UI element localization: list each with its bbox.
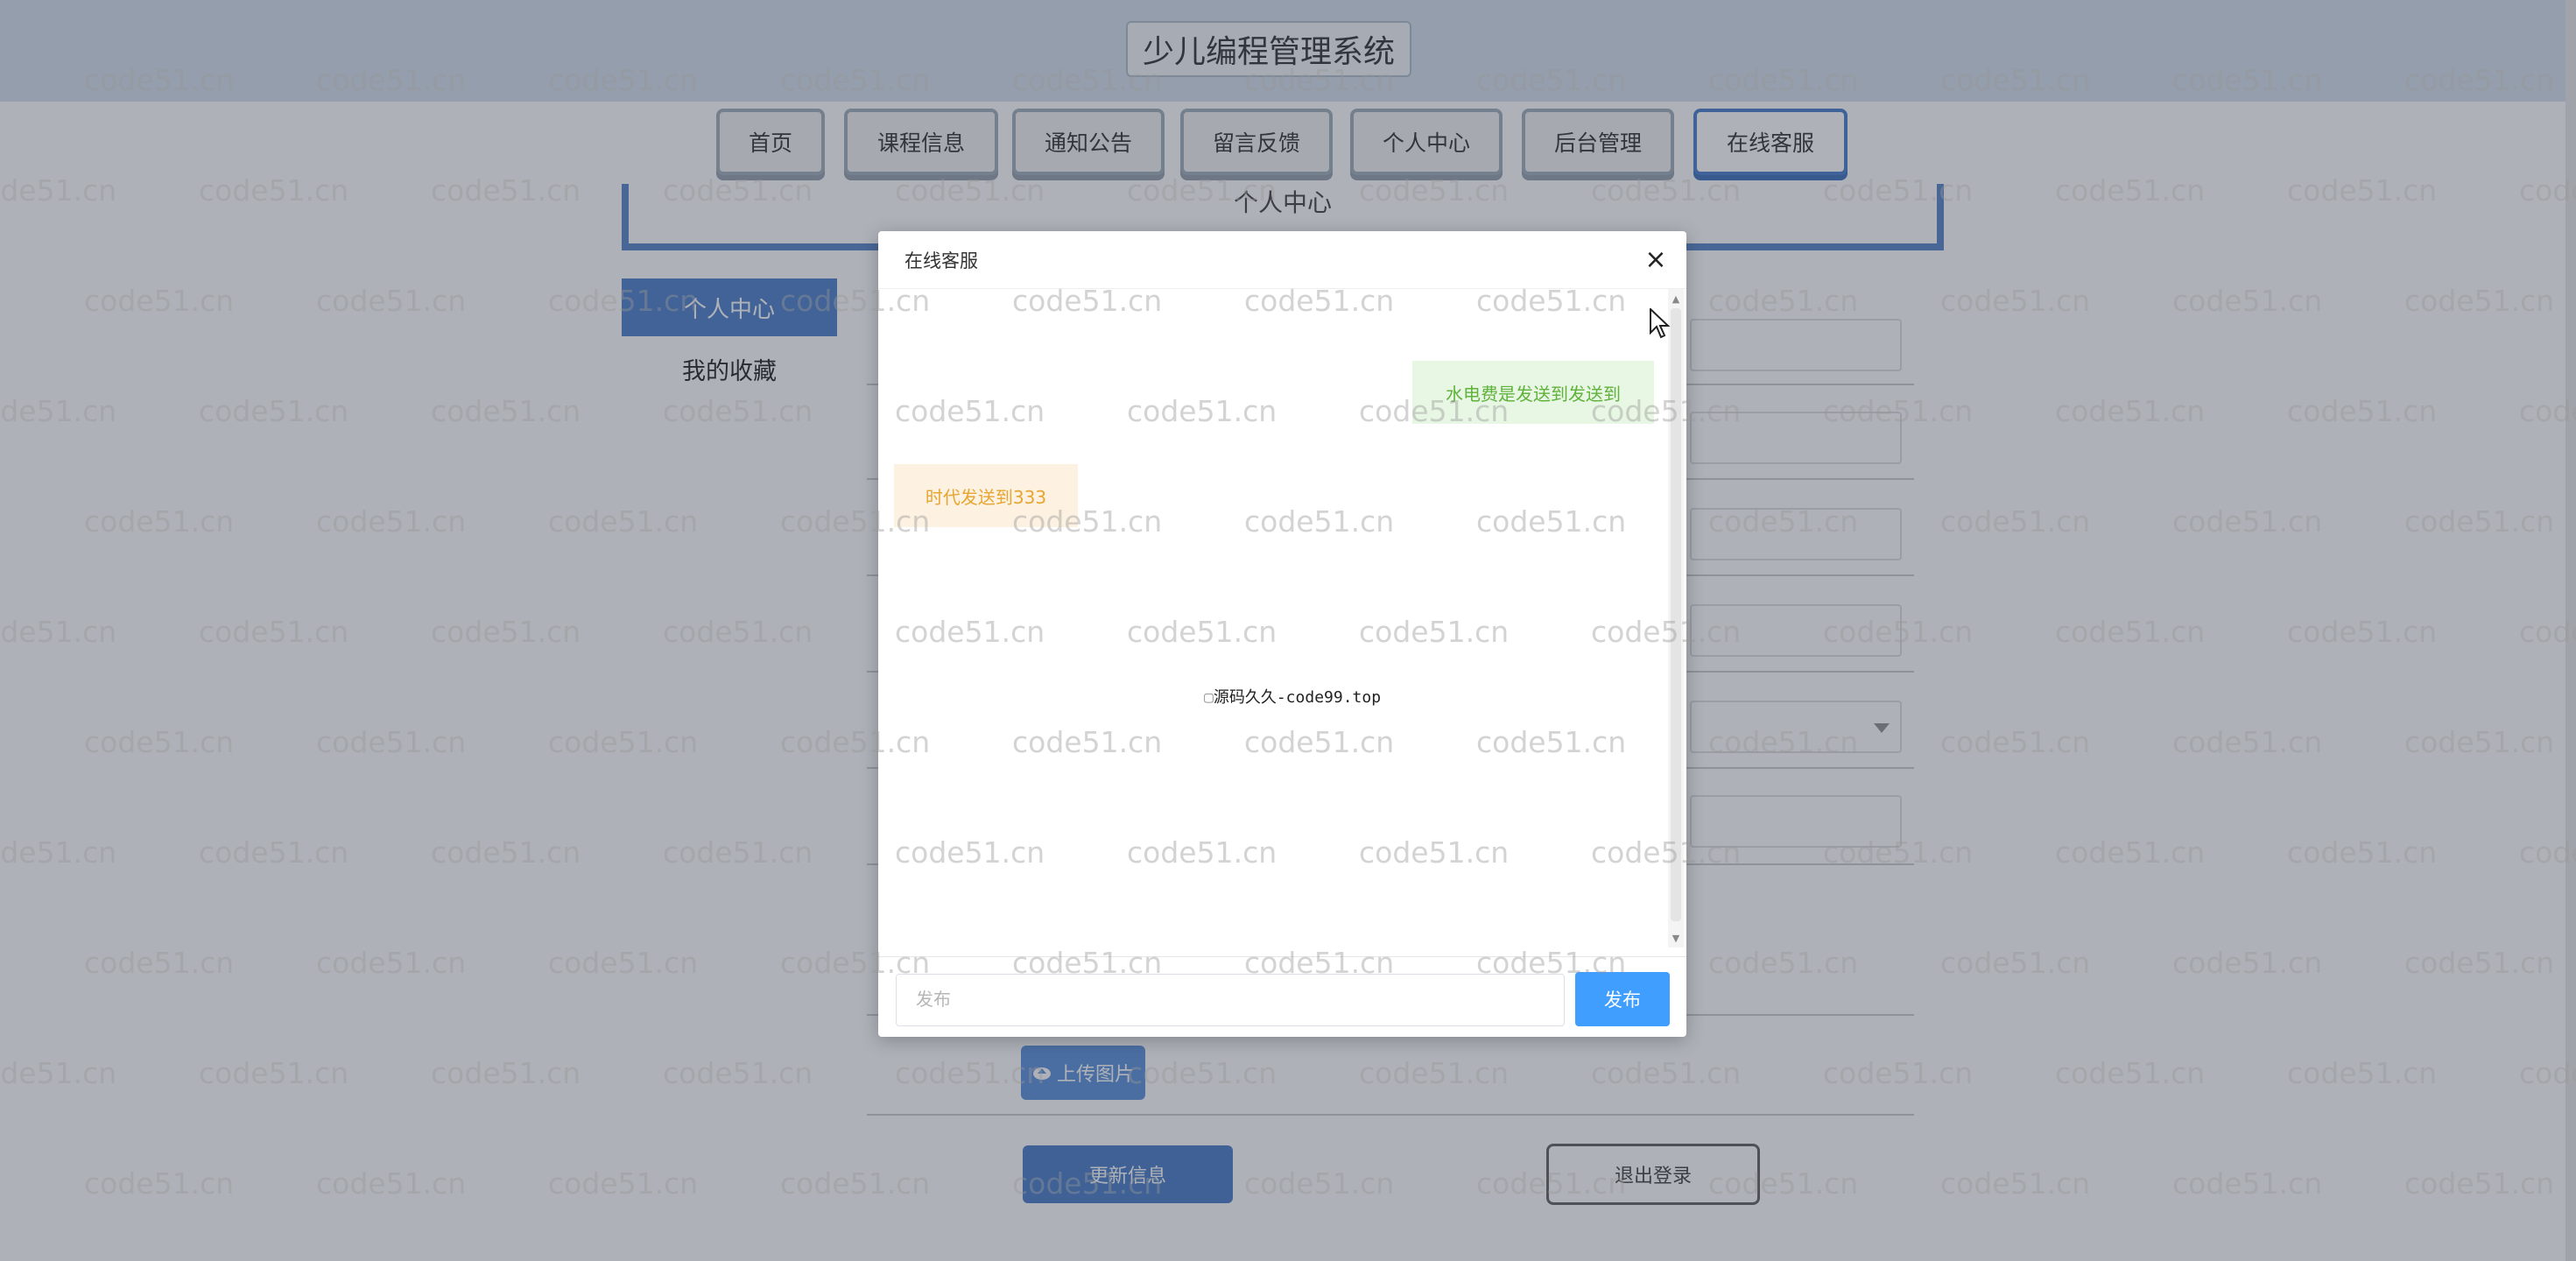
mouse-cursor-icon [1650,308,1671,339]
scroll-thumb[interactable] [1671,308,1681,921]
scroll-down-arrow-icon[interactable]: ▼ [1668,930,1684,946]
close-icon[interactable]: × [1640,243,1672,275]
send-button[interactable]: 发布 [1575,972,1670,1026]
chat-scrollbar[interactable]: ▲ ▼ [1668,289,1684,948]
chat-message-area[interactable]: 水电费是发送到发送到 时代发送到333 ▢源码久久-code99.top [878,289,1669,902]
chat-message-input[interactable] [896,974,1565,1026]
broken-image-icon: ▢ [1204,688,1214,707]
center-watermark-note: ▢源码久久-code99.top [1204,685,1381,708]
scroll-up-arrow-icon[interactable]: ▲ [1668,291,1684,306]
input-divider [878,956,1686,957]
center-note-text: 源码久久-code99.top [1213,688,1382,707]
chat-message-sent: 水电费是发送到发送到 [1412,361,1654,424]
dialog-title: 在线客服 [904,250,978,271]
dialog-header: 在线客服 × [878,231,1686,289]
online-service-dialog: 在线客服 × 水电费是发送到发送到 时代发送到333 ▢源码久久-code99.… [878,231,1686,1037]
chat-message-received: 时代发送到333 [894,464,1078,527]
